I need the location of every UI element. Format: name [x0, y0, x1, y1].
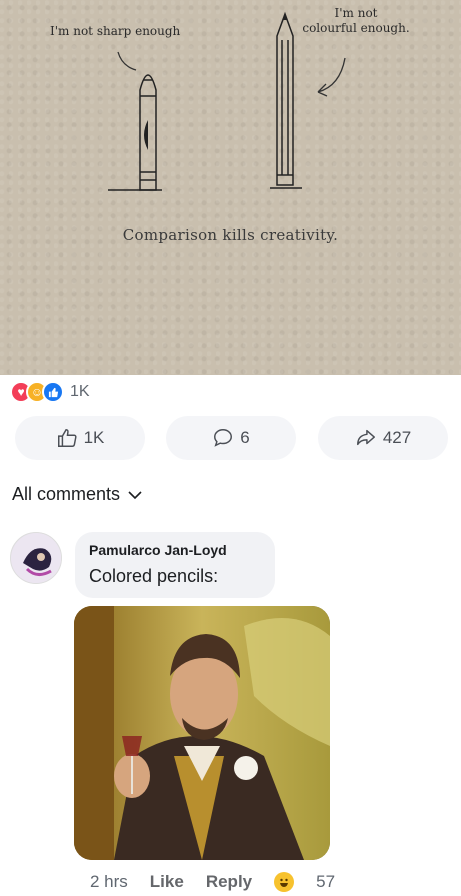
- share-button[interactable]: 427: [318, 416, 448, 460]
- post-actions: 1K 6 427: [0, 416, 461, 462]
- crayon-pencil-drawing: [108, 11, 346, 191]
- comment-button[interactable]: 6: [166, 416, 296, 460]
- haha-icon: [274, 872, 295, 892]
- comment-like-button[interactable]: Like: [150, 872, 184, 892]
- comment-count: 6: [240, 428, 250, 447]
- comment-time: 2 hrs: [90, 872, 128, 891]
- share-count: 427: [382, 428, 412, 447]
- comment-reaction-count: 57: [316, 872, 336, 891]
- comment-bubble: Pamularco Jan-Loyd Colored pencils:: [75, 532, 275, 598]
- like-count: 1K: [83, 428, 105, 447]
- comment-reply-button[interactable]: Reply: [206, 872, 252, 892]
- like-button[interactable]: 1K: [15, 416, 145, 460]
- chevron-down-icon: [128, 490, 142, 499]
- avatar[interactable]: [10, 532, 62, 584]
- thumb-up-icon: [57, 429, 77, 447]
- post-image[interactable]: I'm not sharp enough I'm not colourful e…: [0, 0, 461, 375]
- like-icon: [42, 381, 64, 403]
- share-icon: [356, 429, 375, 446]
- post-caption: Comparison kills creativity.: [122, 226, 339, 244]
- comment-author[interactable]: Pamularco Jan-Loyd: [89, 542, 261, 558]
- comments-filter[interactable]: All comments: [12, 484, 142, 505]
- reaction-summary[interactable]: ♥ ☺ 1K: [10, 380, 90, 404]
- comment-photo[interactable]: [74, 606, 330, 860]
- comment-text: Colored pencils:: [89, 566, 219, 586]
- reaction-count: 1K: [70, 383, 90, 400]
- comment-meta: 2 hrs Like Reply 57: [90, 872, 335, 892]
- comment-icon: [214, 429, 233, 447]
